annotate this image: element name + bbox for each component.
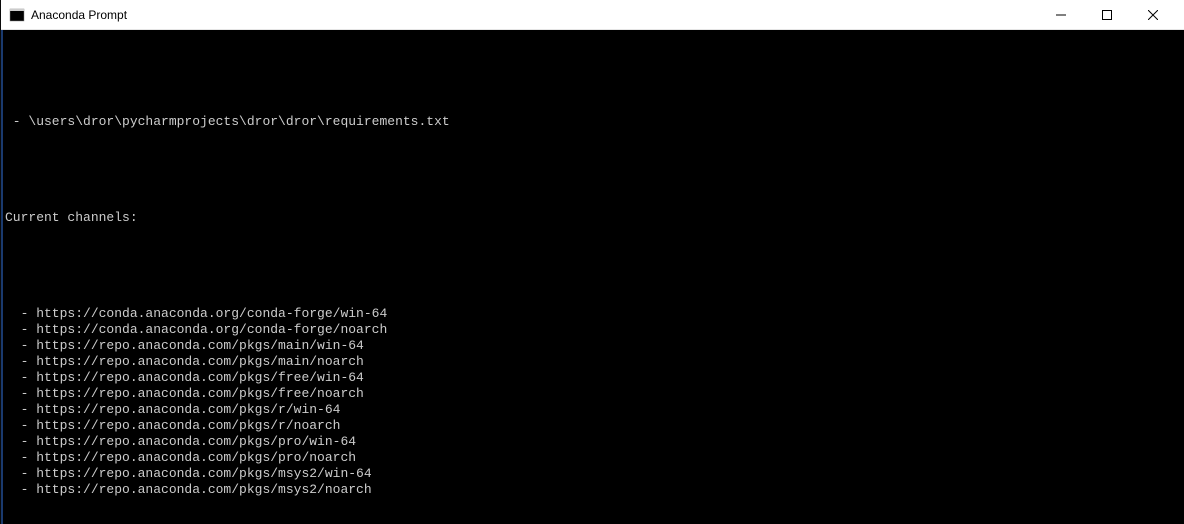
terminal-icon (9, 7, 25, 23)
channel-line: - https://repo.anaconda.com/pkgs/r/win-6… (5, 402, 1182, 418)
close-button[interactable] (1130, 0, 1176, 30)
channel-line: - https://conda.anaconda.org/conda-forge… (5, 306, 1182, 322)
channel-line: - https://repo.anaconda.com/pkgs/msys2/w… (5, 466, 1182, 482)
terminal-window: Anaconda Prompt - \users\dror\pycharmpro… (0, 0, 1184, 524)
minimize-button[interactable] (1038, 0, 1084, 30)
channel-line: - https://repo.anaconda.com/pkgs/free/no… (5, 386, 1182, 402)
channel-line: - https://repo.anaconda.com/pkgs/pro/noa… (5, 450, 1182, 466)
output-line: - \users\dror\pycharmprojects\dror\dror\… (5, 114, 1182, 130)
channels-header: Current channels: (5, 210, 1182, 226)
channel-line: - https://repo.anaconda.com/pkgs/free/wi… (5, 370, 1182, 386)
window-controls (1038, 0, 1176, 30)
terminal-body[interactable]: - \users\dror\pycharmprojects\dror\dror\… (1, 30, 1184, 524)
maximize-button[interactable] (1084, 0, 1130, 30)
titlebar[interactable]: Anaconda Prompt (1, 0, 1184, 30)
channel-line: - https://repo.anaconda.com/pkgs/main/no… (5, 354, 1182, 370)
channel-line: - https://repo.anaconda.com/pkgs/msys2/n… (5, 482, 1182, 498)
window-title: Anaconda Prompt (31, 8, 1038, 22)
channel-line: - https://repo.anaconda.com/pkgs/main/wi… (5, 338, 1182, 354)
channel-line: - https://conda.anaconda.org/conda-forge… (5, 322, 1182, 338)
channel-line: - https://repo.anaconda.com/pkgs/r/noarc… (5, 418, 1182, 434)
channel-line: - https://repo.anaconda.com/pkgs/pro/win… (5, 434, 1182, 450)
